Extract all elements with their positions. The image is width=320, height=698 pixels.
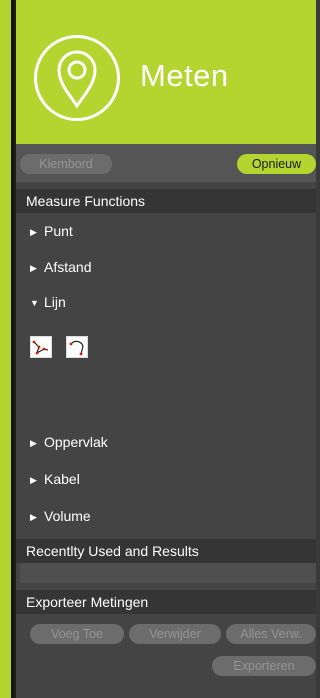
expand-triangle-icon: ▶ — [30, 227, 37, 237]
exporteren-button[interactable]: Exporteren — [212, 656, 316, 676]
expand-triangle-icon: ▶ — [30, 263, 37, 273]
tree-item-label: Kabel — [44, 471, 80, 487]
recent-results-heading: Recentlty Used and Results — [16, 539, 316, 563]
klembord-button[interactable]: Klembord — [20, 154, 112, 174]
expand-triangle-icon: ▶ — [30, 512, 37, 522]
tree-item-label: Oppervlak — [44, 434, 108, 450]
expand-triangle-icon: ▶ — [30, 475, 37, 485]
tree-item-kabel[interactable]: ▶ Kabel — [30, 468, 80, 490]
tree-item-afstand[interactable]: ▶ Afstand — [30, 256, 91, 278]
tree-item-oppervlak[interactable]: ▶ Oppervlak — [30, 431, 108, 453]
collapse-triangle-icon: ▼ — [30, 298, 39, 308]
polyline-tool-button[interactable] — [30, 336, 52, 358]
panel-header: Meten — [16, 0, 316, 144]
polyline-tool-icon — [32, 340, 49, 355]
tree-item-label: Lijn — [44, 294, 66, 310]
opnieuw-button[interactable]: Opnieuw — [237, 154, 316, 174]
arc-tool-icon — [69, 340, 84, 356]
measure-panel: Meten Klembord Opnieuw Measure Functions… — [14, 0, 316, 698]
arc-tool-button[interactable] — [66, 336, 88, 358]
voeg-toe-button[interactable]: Voeg Toe — [30, 624, 124, 644]
expand-triangle-icon: ▶ — [30, 438, 37, 448]
tree-item-label: Punt — [44, 223, 73, 239]
tree-item-label: Volume — [44, 508, 91, 524]
tree-item-volume[interactable]: ▶ Volume — [30, 505, 91, 527]
alles-verwijderen-button[interactable]: Alles Verw. — [226, 624, 316, 644]
tree-item-punt[interactable]: ▶ Punt — [30, 220, 73, 242]
tree-item-label: Afstand — [44, 259, 92, 275]
recent-results-list[interactable] — [20, 563, 316, 583]
measure-functions-heading: Measure Functions — [16, 189, 316, 213]
verwijder-button[interactable]: Verwijder — [129, 624, 221, 644]
toolbar: Klembord Opnieuw — [16, 144, 316, 182]
export-heading: Exporteer Metingen — [16, 590, 316, 614]
tree-item-lijn[interactable]: ▼ Lijn — [30, 291, 66, 313]
page-title: Meten — [140, 58, 229, 93]
map-pin-icon — [34, 35, 120, 121]
left-edge-strip — [0, 0, 14, 698]
